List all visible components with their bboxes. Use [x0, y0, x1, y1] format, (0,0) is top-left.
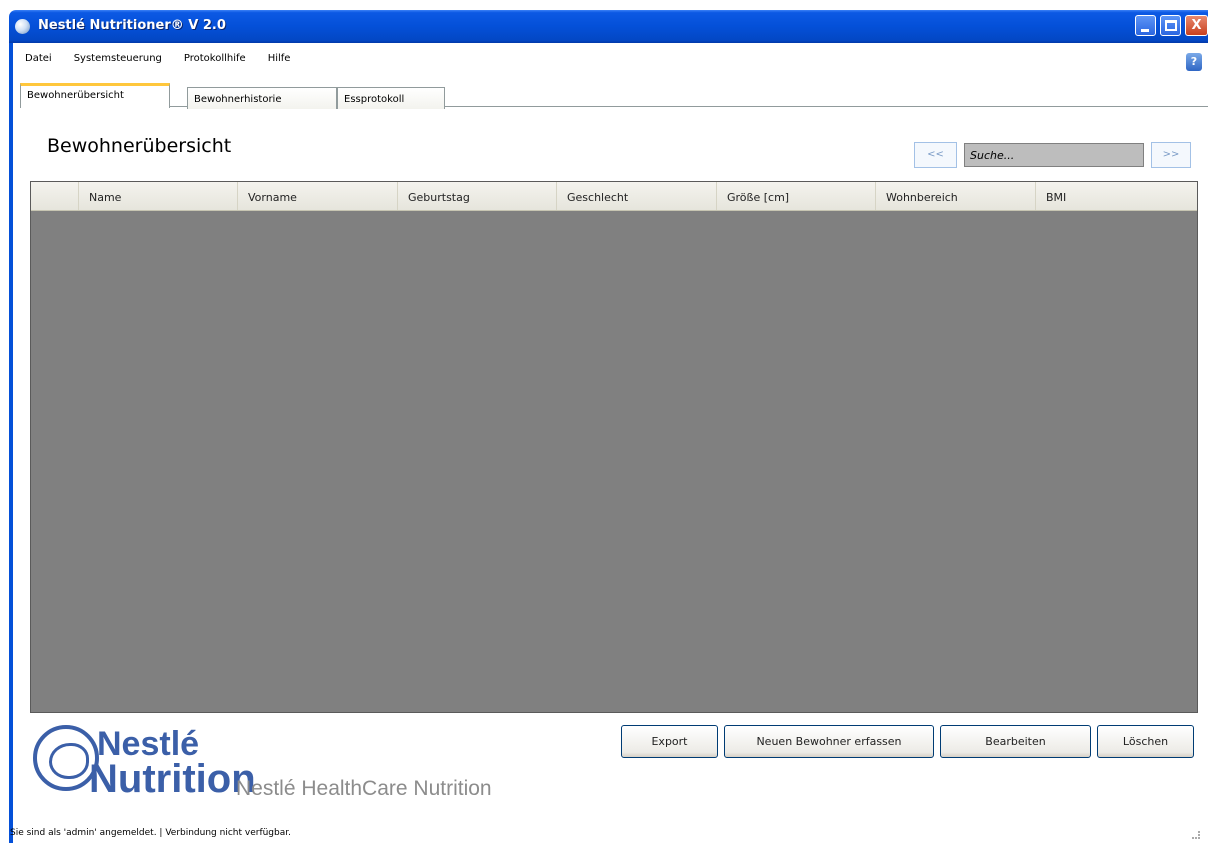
next-button[interactable]: >> — [1151, 142, 1191, 168]
title-bar[interactable]: Nestlé Nutritioner® V 2.0 X — [9, 10, 1208, 43]
search-input[interactable] — [964, 143, 1144, 167]
menu-protokollhilfe[interactable]: Protokollhife — [172, 50, 256, 70]
row-selector-header[interactable] — [31, 182, 79, 210]
minimize-button[interactable] — [1135, 15, 1156, 36]
delete-button[interactable]: Löschen — [1097, 725, 1194, 758]
help-icon[interactable]: ? — [1186, 53, 1202, 71]
table-header: Name Vorname Geburtstag Geschlecht Größe… — [31, 182, 1197, 211]
residents-table[interactable]: Name Vorname Geburtstag Geschlecht Größe… — [30, 181, 1198, 713]
app-icon — [15, 19, 30, 34]
menu-datei[interactable]: Datei — [13, 50, 62, 70]
close-icon: X — [1191, 18, 1202, 33]
edit-button[interactable]: Bearbeiten — [940, 725, 1091, 758]
tab-bewohnerhistorie[interactable]: Bewohnerhistorie — [187, 87, 337, 109]
maximize-button[interactable] — [1160, 15, 1181, 36]
export-button[interactable]: Export — [621, 725, 718, 758]
status-bar: Sie sind als 'admin' angemeldet. | Verbi… — [0, 822, 1208, 843]
resize-grip-icon[interactable] — [1192, 831, 1200, 839]
column-header-wohnbereich[interactable]: Wohnbereich — [876, 182, 1036, 210]
column-header-vorname[interactable]: Vorname — [238, 182, 398, 210]
tab-bewohneruebersicht[interactable]: Bewohnerübersicht — [20, 83, 170, 108]
column-header-geschlecht[interactable]: Geschlecht — [557, 182, 717, 210]
column-header-geburtstag[interactable]: Geburtstag — [398, 182, 557, 210]
menu-hilfe[interactable]: Hilfe — [256, 50, 301, 70]
column-header-bmi[interactable]: BMI — [1036, 182, 1197, 210]
maximize-icon — [1165, 20, 1177, 31]
previous-button[interactable]: << — [914, 142, 957, 168]
column-header-groesse[interactable]: Größe [cm] — [717, 182, 876, 210]
menu-systemsteuerung[interactable]: Systemsteuerung — [62, 50, 172, 70]
menu-bar: Datei Systemsteuerung Protokollhife Hilf… — [13, 50, 300, 70]
tab-essprotokoll[interactable]: Essprotokoll — [337, 87, 445, 109]
logo-tagline: Nestlé HealthCare Nutrition — [236, 777, 492, 800]
logo-brand-bottom: Nutrition — [89, 757, 256, 801]
close-button[interactable]: X — [1185, 15, 1208, 36]
minimize-icon — [1141, 29, 1149, 32]
add-resident-button[interactable]: Neuen Bewohner erfassen — [724, 725, 934, 758]
page-title: Bewohnerübersicht — [47, 135, 232, 157]
column-header-name[interactable]: Name — [79, 182, 238, 210]
window-title: Nestlé Nutritioner® V 2.0 — [38, 18, 226, 33]
status-text: Sie sind als 'admin' angemeldet. | Verbi… — [10, 828, 291, 838]
nestle-nutrition-logo: Nestlé Nutrition Nestlé HealthCare Nutri… — [33, 725, 533, 805]
